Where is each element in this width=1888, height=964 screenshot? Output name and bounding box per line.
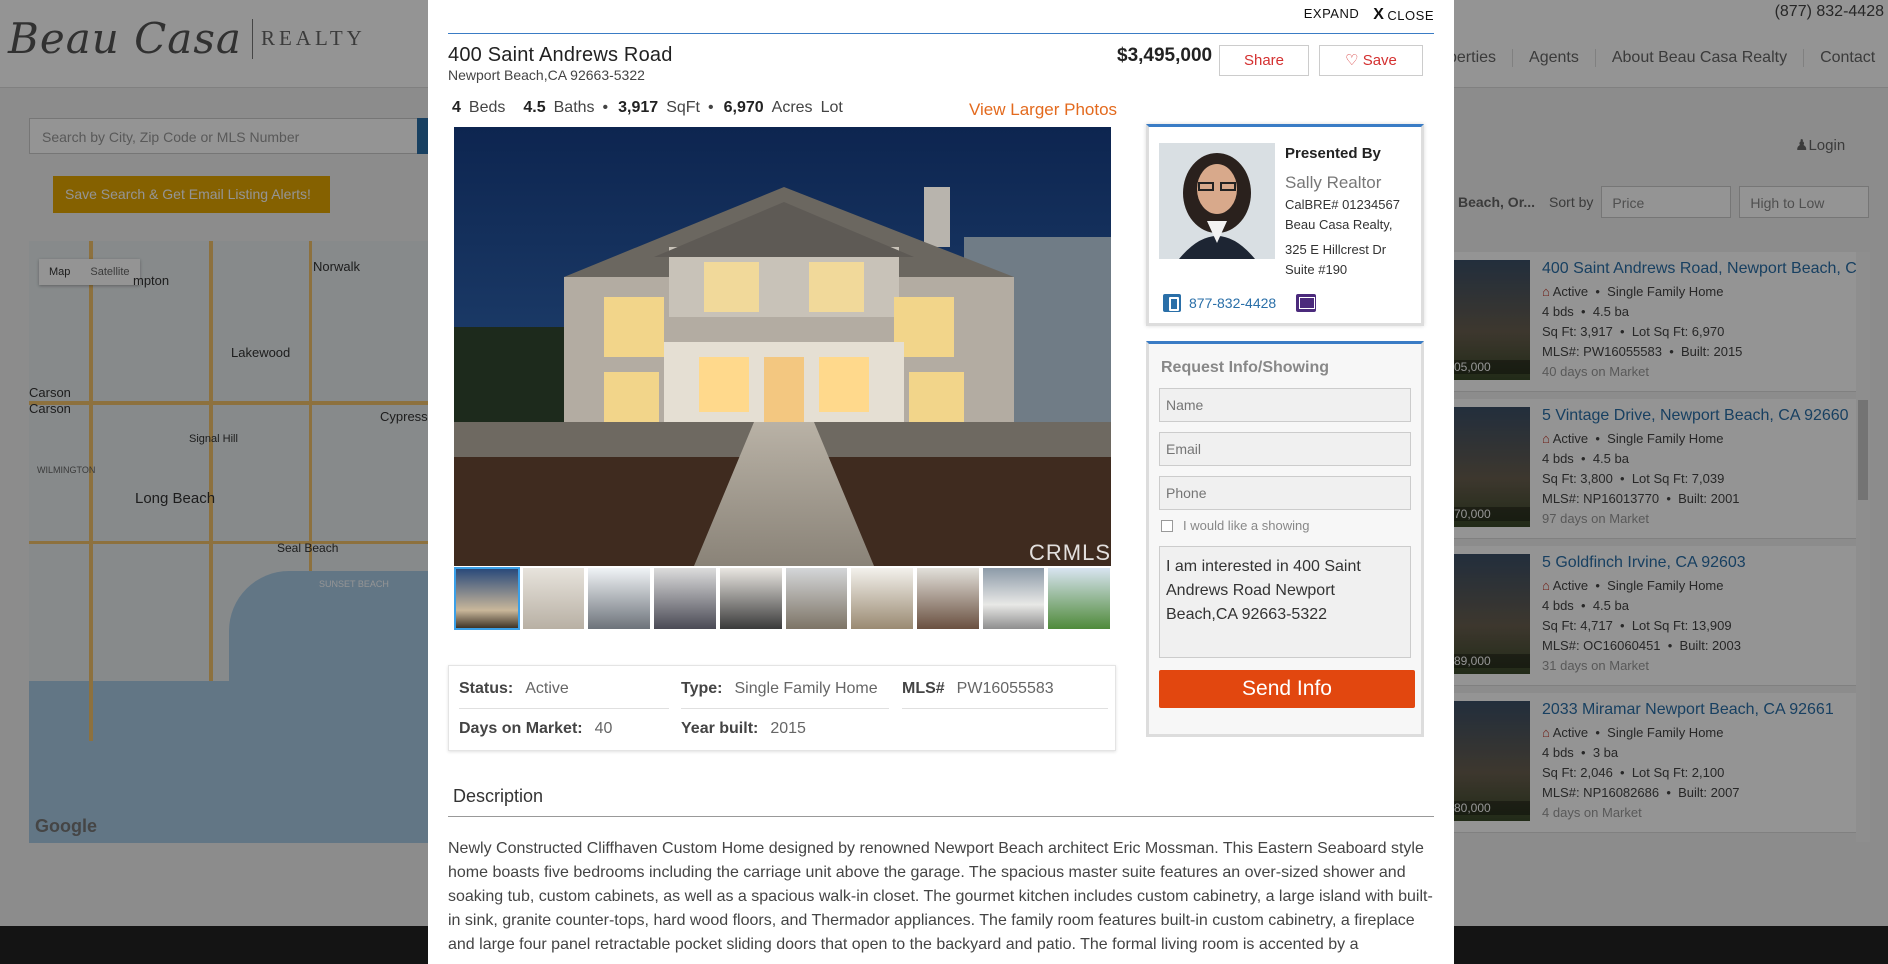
beds-label: Beds [468,99,506,116]
name-field[interactable] [1159,388,1411,422]
status-label: Status: [459,680,514,697]
agent-company: Beau Casa Realty, [1285,217,1393,232]
showing-checkbox-row: I would like a showing [1161,518,1309,533]
sqft-count: 3,917 [618,99,659,116]
photo-thumbnail[interactable] [653,567,717,630]
photo-thumbnail[interactable] [915,567,980,630]
mls-label: MLS# [902,680,945,697]
photo-thumbnail[interactable] [454,567,520,630]
modal-controls: EXPAND X CLOSE [1304,6,1434,24]
listing-subtitle: Newport Beach,CA 92663-5322 [448,67,645,83]
main-listing-photo[interactable]: CRMLS [454,127,1111,566]
save-button[interactable]: ♡ Save [1319,45,1423,76]
agent-phone-link[interactable]: 877-832-4428 [1189,295,1276,311]
agent-license: CalBRE# 01234567 [1285,197,1400,212]
agent-photo [1159,143,1275,259]
sqft-label: SqFt [666,99,700,116]
presented-by-label: Presented By [1285,145,1381,162]
save-label: Save [1362,52,1397,69]
agent-name[interactable]: Sally Realtor [1285,173,1381,193]
request-info-form: Request Info/Showing I would like a show… [1146,341,1424,737]
listing-details-table: Status: Active Type: Single Family Home ML… [448,665,1116,751]
mls-watermark: CRMLS [1028,540,1111,565]
phone-field[interactable] [1159,476,1411,510]
email-field[interactable] [1159,432,1411,466]
acres-count: 6,970 [723,99,764,116]
days-on-market-label: Days on Market: [459,720,583,737]
view-larger-photos-link[interactable]: View Larger Photos [969,100,1117,120]
lot-label: Lot [820,99,843,116]
photo-thumbnail[interactable] [784,567,849,630]
agent-portrait [1159,143,1275,259]
type-value: Single Family Home [734,680,878,697]
acres-label: Acres [771,99,813,116]
listing-title: 400 Saint Andrews Road [448,44,673,66]
description-text: Newly Constructed Cliffhaven Custom Home… [448,840,1433,953]
cell-divider [459,708,669,709]
mls-value: PW16055583 [956,680,1054,697]
agent-address-line1: 325 E Hillcrest Dr [1285,242,1387,257]
agent-contact: 877-832-4428 [1163,294,1317,312]
cell-divider [902,708,1108,709]
share-button[interactable]: Share [1219,45,1309,76]
photo-thumbnail[interactable] [718,567,783,630]
photo-thumbnails [454,567,1112,630]
days-on-market-field: Days on Market: 40 [459,720,612,738]
baths-count: 4.5 [523,99,546,116]
showing-checkbox-label: I would like a showing [1183,518,1310,533]
mls-field: MLS# PW16055583 [902,680,1054,698]
description-divider [448,816,1434,817]
agent-address-line2: Suite #190 [1285,262,1348,277]
close-button[interactable]: X CLOSE [1373,6,1434,24]
house-photo-illustration [454,127,1111,566]
photo-thumbnail[interactable] [981,567,1046,630]
year-built-field: Year built: 2015 [681,720,806,738]
expand-button[interactable]: EXPAND [1304,6,1360,24]
message-textarea[interactable]: I am interested in 400 Saint Andrews Roa… [1159,546,1411,658]
showing-checkbox[interactable] [1161,519,1173,532]
year-built-value: 2015 [770,720,806,737]
status-field: Status: Active [459,680,569,698]
send-info-button[interactable]: Send Info [1159,670,1415,708]
close-label: CLOSE [1387,7,1434,23]
header-divider [448,33,1434,34]
listing-modal: EXPAND X CLOSE 400 Saint Andrews Road Ne… [428,0,1454,964]
listing-facts: 4 Beds 4.5 Baths • 3,917 SqFt • 6,970 Ac… [452,99,843,117]
agent-card: Presented By Sally Realtor CalBRE# 01234… [1146,124,1424,326]
beds-count: 4 [452,99,461,116]
type-label: Type: [681,680,723,697]
photo-thumbnail[interactable] [521,567,586,630]
request-form-title: Request Info/Showing [1161,359,1329,376]
photo-thumbnail[interactable] [850,567,914,630]
photo-thumbnail[interactable] [1047,567,1112,630]
fact-separator: • [602,99,609,116]
heart-icon: ♡ [1345,52,1359,69]
photo-thumbnail[interactable] [587,567,652,630]
type-field: Type: Single Family Home [681,680,878,698]
phone-icon [1163,294,1181,312]
cell-divider [681,708,889,709]
description-heading: Description [453,786,544,806]
email-icon[interactable] [1296,294,1317,312]
fact-separator: • [708,99,714,116]
listing-price: $3,495,000 [1117,45,1213,66]
status-value: Active [525,680,569,697]
close-icon: X [1373,6,1385,23]
baths-label: Baths [553,99,595,116]
year-built-label: Year built: [681,720,759,737]
days-on-market-value: 40 [594,720,613,737]
